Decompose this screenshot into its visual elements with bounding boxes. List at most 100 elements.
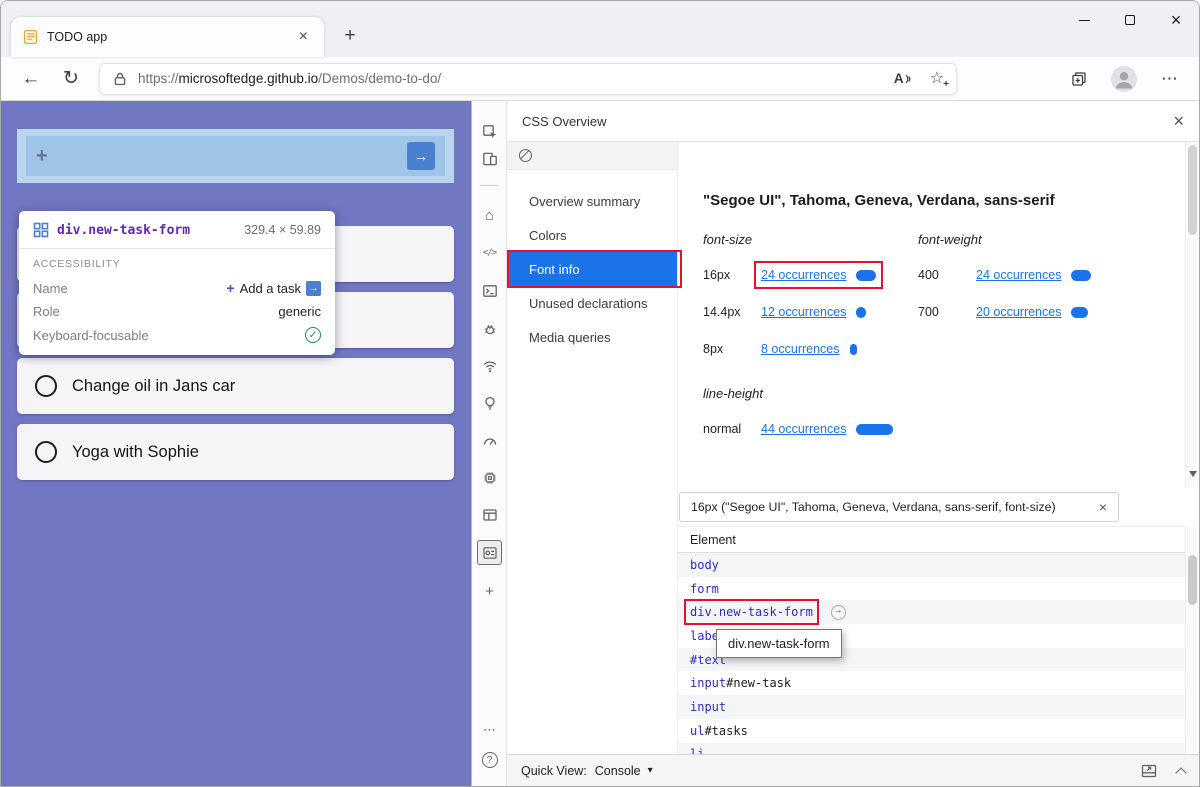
css-overview-tool[interactable] (477, 540, 502, 565)
window-close-button[interactable]: × (1153, 1, 1199, 39)
new-task-input[interactable]: + → (26, 136, 445, 176)
sidebar-item-colors[interactable]: Colors (507, 218, 677, 252)
occurrences-link[interactable]: 20 occurrences (976, 305, 1061, 319)
scrollbar[interactable] (1185, 527, 1199, 754)
clear-overview-icon[interactable] (519, 149, 532, 162)
add-tools-button[interactable]: + (472, 578, 507, 604)
css-overview-sidebar: Overview summary Colors Font info Unused… (507, 142, 678, 754)
table-row[interactable]: ul#tasks (678, 719, 1199, 743)
filter-row: 16px ("Segoe UI", Tahoma, Geneva, Verdan… (678, 487, 1185, 527)
table-row[interactable]: li (678, 743, 1199, 755)
font-weight-row: 700 20 occurrences (918, 300, 1168, 324)
occurrence-bar (1071, 307, 1088, 318)
submit-task-button[interactable]: → (407, 142, 435, 170)
read-aloud-button[interactable]: A (894, 71, 912, 86)
role-value: generic (278, 304, 321, 319)
refresh-button[interactable]: ↻ (55, 63, 87, 95)
scrollbar[interactable] (1185, 142, 1199, 487)
back-button[interactable]: ← (15, 63, 47, 95)
sidebar-item-media-queries[interactable]: Media queries (507, 320, 677, 354)
debug-tool[interactable] (472, 316, 507, 342)
task-row[interactable]: Change oil in Jans car (17, 358, 454, 414)
occurrences-link[interactable]: 8 occurrences (761, 342, 840, 356)
browser-window: TODO app × + × ← ↻ https://microsoftedge… (0, 0, 1200, 787)
chip-close-icon[interactable]: × (1099, 500, 1107, 514)
sidebar-item-unused-declarations[interactable]: Unused declarations (507, 286, 677, 320)
line-height-row: normal 44 occurrences (703, 417, 1023, 441)
table-header: Element (678, 527, 1199, 553)
table-row[interactable]: form (678, 577, 1199, 601)
scroll-down-icon[interactable] (1189, 471, 1197, 481)
application-tool[interactable] (472, 502, 507, 528)
occurrences-link[interactable]: 24 occurrences (761, 268, 846, 282)
browser-tab[interactable]: TODO app × (11, 17, 324, 57)
performance-tool[interactable] (472, 427, 507, 453)
annotation-box: div.new-task-form (690, 605, 813, 619)
divider (19, 248, 335, 249)
font-weight-label: font-weight (918, 232, 1168, 247)
minimize-icon (1079, 20, 1090, 21)
new-tab-button[interactable]: + (337, 23, 363, 49)
issues-tool[interactable] (472, 390, 507, 416)
sidebar-item-font-info[interactable]: Font info (507, 252, 677, 286)
profile-avatar[interactable] (1111, 66, 1137, 92)
home-tool[interactable]: ⌂ (472, 202, 507, 228)
filter-chip[interactable]: 16px ("Segoe UI", Tahoma, Geneva, Verdan… (679, 492, 1119, 522)
memory-tool[interactable] (472, 465, 507, 491)
add-favorite-button[interactable]: ☆+ (930, 71, 944, 87)
todo-app-page: + → Change oil in Jans car Yoga with Sop… (1, 101, 471, 786)
table-row[interactable]: body (678, 553, 1199, 577)
url-text: https://microsoftedge.github.io/Demos/de… (138, 71, 441, 86)
devtools: ⌂ </> + ⋯ ? CSS Overview × (471, 101, 1199, 786)
task-label: Change oil in Jans car (72, 377, 235, 396)
devtools-close-icon[interactable]: × (1173, 111, 1184, 132)
scrollbar-thumb[interactable] (1188, 145, 1197, 235)
elements-tool[interactable]: </> (472, 240, 507, 266)
devtools-activity-bar: ⌂ </> + ⋯ ? (472, 101, 507, 786)
network-tool[interactable] (472, 353, 507, 379)
panel-header: CSS Overview × (507, 101, 1199, 142)
font-size-row: 16px 24 occurrences (703, 263, 915, 287)
close-icon: × (1171, 11, 1182, 29)
device-toolbar-tool[interactable] (472, 146, 507, 172)
tab-title: TODO app (47, 30, 295, 44)
focusable-check-icon: ✓ (305, 327, 321, 343)
css-overview-panel: CSS Overview × Overview summary Colors F… (507, 101, 1199, 786)
expand-quick-view-icon[interactable] (1175, 767, 1186, 778)
table-row[interactable]: input#new-task (678, 671, 1199, 695)
occurrences-link[interactable]: 44 occurrences (761, 422, 846, 436)
occurrences-link[interactable]: 24 occurrences (976, 268, 1061, 282)
help-button[interactable]: ? (472, 747, 507, 773)
scrollbar-thumb[interactable] (1188, 555, 1197, 605)
inspect-overlay-tooltip: div.new-task-form 329.4 × 59.89 ACCESSIB… (19, 211, 335, 355)
reveal-in-elements-icon[interactable]: → (831, 605, 846, 620)
minimize-button[interactable] (1061, 1, 1107, 39)
font-info-pane: "Segoe UI", Tahoma, Geneva, Verdana, san… (678, 142, 1199, 487)
address-bar[interactable]: https://microsoftedge.github.io/Demos/de… (99, 63, 957, 95)
table-row-new-task-form[interactable]: div.new-task-form → (678, 600, 1199, 624)
grid-badge-icon (33, 222, 49, 238)
inspect-tool[interactable] (472, 119, 507, 145)
quick-view-dropdown[interactable]: Console ▾ (595, 764, 653, 778)
task-row[interactable]: Yoga with Sophie (17, 424, 454, 480)
sidebar-toolbar (507, 142, 677, 170)
panel-title: CSS Overview (522, 114, 607, 129)
more-tools-button[interactable]: ⋯ (472, 717, 507, 743)
task-checkbox[interactable] (35, 375, 57, 397)
collections-button[interactable] (1071, 71, 1087, 87)
tab-close-icon[interactable]: × (295, 27, 312, 47)
lock-icon (112, 71, 128, 87)
role-label: Role (33, 304, 60, 319)
table-row[interactable]: input (678, 695, 1199, 719)
occurrence-bar (856, 307, 866, 318)
console-tool[interactable] (472, 278, 507, 304)
sidebar-item-overview-summary[interactable]: Overview summary (507, 184, 677, 218)
font-size-label: font-size (703, 232, 915, 247)
read-aloud-icon: A (894, 71, 904, 86)
browser-menu-button[interactable]: ⋯ (1161, 69, 1179, 89)
task-checkbox[interactable] (35, 441, 57, 463)
occurrences-link[interactable]: 12 occurrences (761, 305, 846, 319)
maximize-button[interactable] (1107, 1, 1153, 39)
dock-quick-view-button[interactable] (1141, 764, 1157, 778)
occurrence-bar (1071, 270, 1091, 281)
